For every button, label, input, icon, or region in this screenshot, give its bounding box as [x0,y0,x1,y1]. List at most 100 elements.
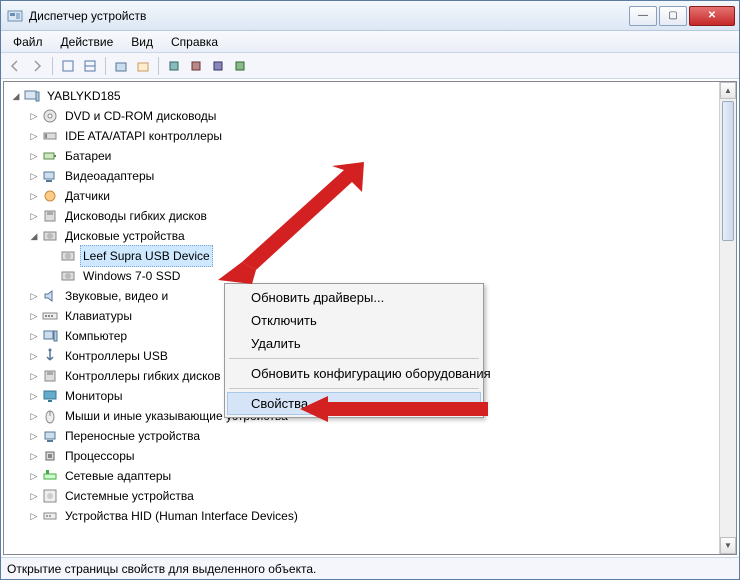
category-icon [42,388,58,404]
expand-icon[interactable]: ▷ [28,406,40,426]
expand-icon[interactable]: ▷ [28,286,40,306]
category-icon [42,128,58,144]
ctx-separator [229,388,479,389]
toolbar-separator [105,57,106,75]
category-icon [42,468,58,484]
tree-item-label: Клавиатуры [62,305,135,327]
tree-item[interactable]: ▷ Датчики [10,186,736,206]
expand-icon[interactable]: ▷ [28,166,40,186]
vertical-scrollbar[interactable]: ▲ ▼ [719,82,736,554]
tree-item[interactable]: ▷ Системные устройства [10,486,736,506]
expand-icon[interactable]: ▷ [28,346,40,366]
tree-item[interactable]: ▷ DVD и CD-ROM дисководы [10,106,736,126]
tree-item[interactable]: ▷ Устройства HID (Human Interface Device… [10,506,736,526]
category-icon [42,168,58,184]
collapse-icon[interactable]: ◢ [10,86,22,106]
tree-item-label: Сетевые адаптеры [62,465,174,487]
expand-icon[interactable]: ▷ [28,366,40,386]
tree-item[interactable]: ▷ Процессоры [10,446,736,466]
ctx-disable[interactable]: Отключить [227,309,481,332]
expand-icon[interactable]: ▷ [28,106,40,126]
toolbar [1,53,739,79]
back-button[interactable] [5,56,25,76]
window-title: Диспетчер устройств [29,9,627,23]
device-manager-window: Диспетчер устройств — ▢ ✕ Файл Действие … [0,0,740,580]
toolbar-btn-4[interactable] [133,56,153,76]
menu-file[interactable]: Файл [5,33,51,51]
toolbar-btn-1[interactable] [58,56,78,76]
category-icon [42,288,58,304]
tree-item-label: Устройства HID (Human Interface Devices) [62,505,301,527]
category-icon [42,188,58,204]
expand-icon[interactable]: ▷ [28,386,40,406]
ctx-update-drivers[interactable]: Обновить драйверы... [227,286,481,309]
toolbar-btn-8[interactable] [230,56,250,76]
toolbar-btn-5[interactable] [164,56,184,76]
ctx-delete[interactable]: Удалить [227,332,481,355]
tree-item-label: Системные устройства [62,485,197,507]
tree-item[interactable]: ▷ Переносные устройства [10,426,736,446]
expand-icon[interactable]: ▷ [28,146,40,166]
scroll-thumb[interactable] [722,101,734,241]
expand-icon[interactable]: ▷ [28,486,40,506]
scroll-up-button[interactable]: ▲ [720,82,736,99]
toolbar-btn-7[interactable] [208,56,228,76]
expand-icon[interactable]: ▷ [28,326,40,346]
forward-button[interactable] [27,56,47,76]
tree-item[interactable]: ▷ Батареи [10,146,736,166]
expand-icon[interactable]: ▷ [28,426,40,446]
maximize-button[interactable]: ▢ [659,6,687,26]
tree-root-label: YABLYKD185 [44,85,124,107]
expand-icon[interactable]: ▷ [28,206,40,226]
category-icon [42,488,58,504]
tree-item-label: Дисковые устройства [62,225,188,247]
titlebar[interactable]: Диспетчер устройств — ▢ ✕ [1,1,739,31]
scroll-down-button[interactable]: ▼ [720,537,736,554]
category-icon [42,208,58,224]
expand-icon[interactable]: ▷ [28,506,40,526]
expand-icon[interactable]: ▷ [28,306,40,326]
menu-action[interactable]: Действие [53,33,122,51]
ctx-properties[interactable]: Свойства [227,392,481,415]
tree-item-label: Мониторы [62,385,125,407]
expand-icon[interactable]: ▷ [28,186,40,206]
category-icon [42,108,58,124]
tree-item-label: Звуковые, видео и [62,285,171,307]
toolbar-btn-3[interactable] [111,56,131,76]
category-icon [42,348,58,364]
tree-item[interactable]: Leef Supra USB Device [10,246,736,266]
category-icon [42,328,58,344]
tree-item-label: Контроллеры USB [62,345,171,367]
ctx-refresh-hw[interactable]: Обновить конфигурацию оборудования [227,362,481,385]
tree-item[interactable]: ▷ IDE ATA/ATAPI контроллеры [10,126,736,146]
status-bar: Открытие страницы свойств для выделенног… [1,557,739,579]
minimize-button[interactable]: — [629,6,657,26]
collapse-icon[interactable]: ◢ [28,226,40,246]
expand-icon[interactable]: ▷ [28,446,40,466]
menu-view[interactable]: Вид [123,33,161,51]
app-icon [7,8,23,24]
toolbar-separator [158,57,159,75]
expand-icon[interactable]: ▷ [28,466,40,486]
window-buttons: — ▢ ✕ [627,6,735,26]
tree-item-label: Видеоадаптеры [62,165,157,187]
tree-item-label: Датчики [62,185,113,207]
tree-item[interactable]: ▷ Дисководы гибких дисков [10,206,736,226]
category-icon [42,428,58,444]
disk-icon [60,268,76,284]
toolbar-separator [52,57,53,75]
menu-help[interactable]: Справка [163,33,226,51]
tree-item[interactable]: ▷ Сетевые адаптеры [10,466,736,486]
category-icon [42,148,58,164]
toolbar-btn-2[interactable] [80,56,100,76]
toolbar-btn-6[interactable] [186,56,206,76]
tree-root[interactable]: ◢ YABLYKD185 [10,86,736,106]
close-button[interactable]: ✕ [689,6,735,26]
tree-item-label: Компьютер [62,325,130,347]
tree-item-label: Процессоры [62,445,138,467]
disk-icon [60,248,76,264]
expand-icon[interactable]: ▷ [28,126,40,146]
tree-item[interactable]: ◢ Дисковые устройства [10,226,736,246]
tree-item-label: IDE ATA/ATAPI контроллеры [62,125,225,147]
tree-item[interactable]: ▷ Видеоадаптеры [10,166,736,186]
